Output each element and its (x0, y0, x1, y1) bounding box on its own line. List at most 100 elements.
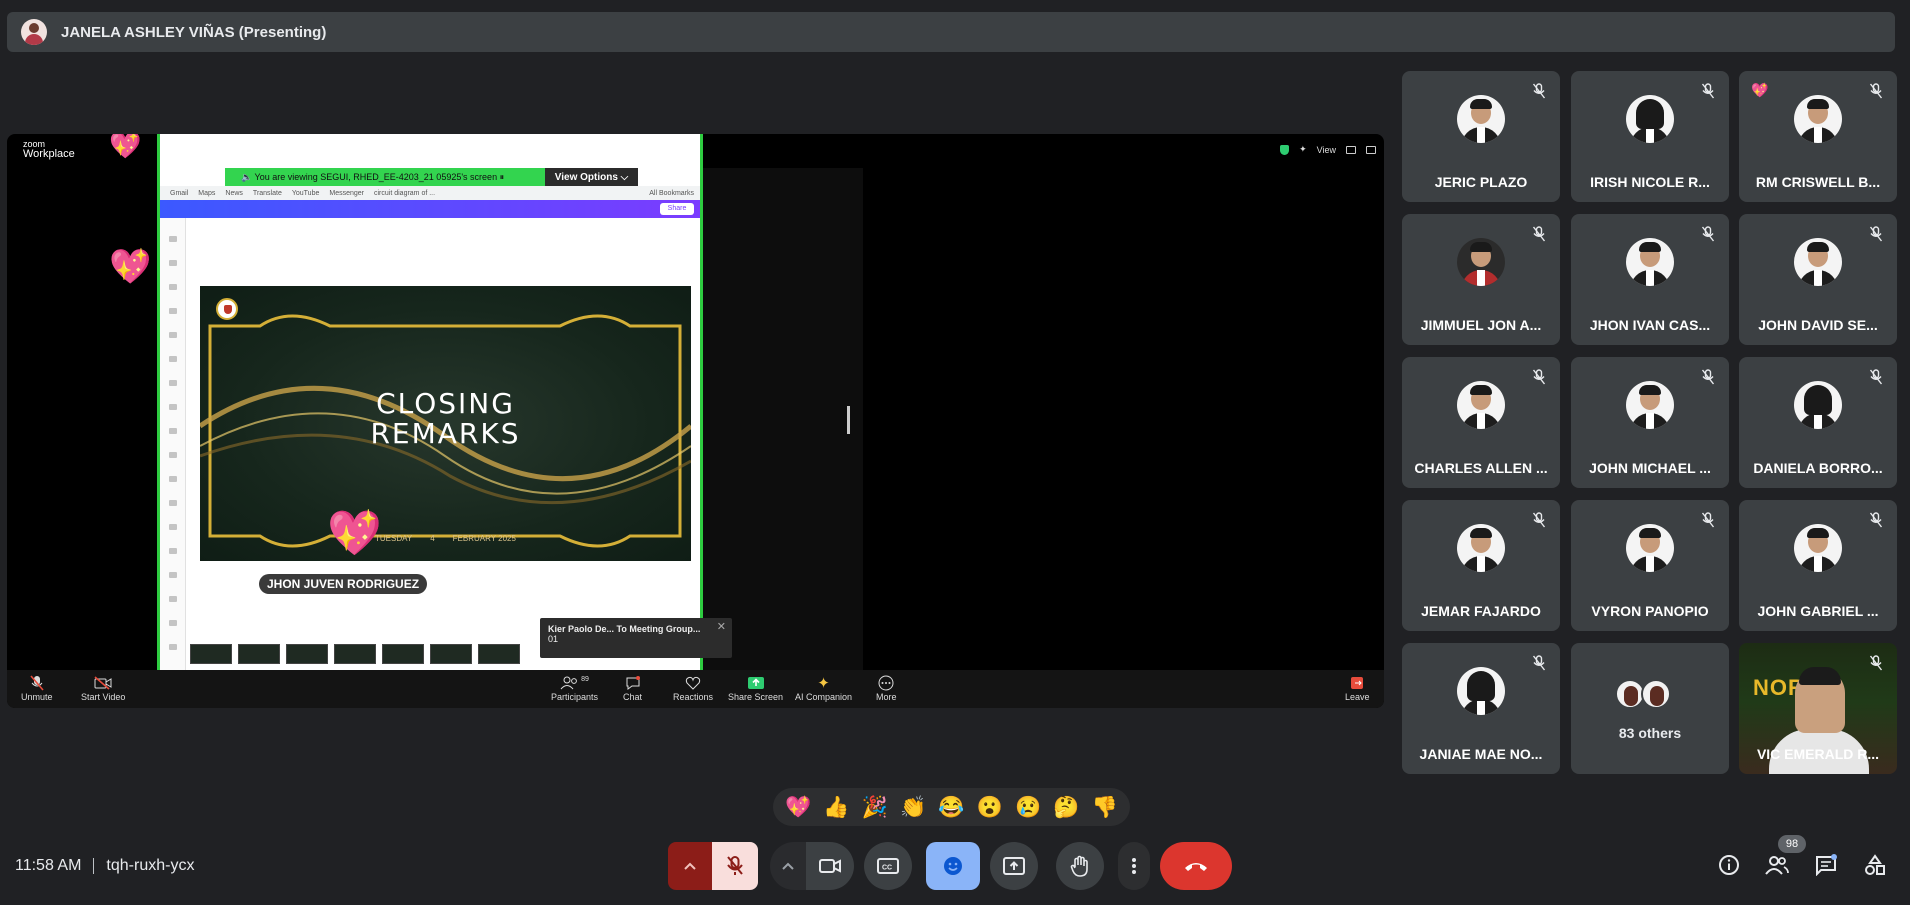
reaction-surprised-icon[interactable]: 😮 (977, 797, 1003, 818)
participant-tile[interactable]: JEMAR FAJARDO (1402, 500, 1560, 631)
reaction-thinking-icon[interactable]: 🤔 (1053, 797, 1079, 818)
slide-thumbnail[interactable] (430, 644, 472, 664)
people-button[interactable] (1764, 855, 1790, 879)
audio-options-button[interactable] (668, 842, 712, 890)
more-button[interactable]: More (876, 674, 897, 702)
reaction-clap-icon[interactable]: 👏 (900, 797, 926, 818)
participant-tile[interactable]: JOHN DAVID SE... (1739, 214, 1897, 345)
more-options-button[interactable] (1118, 842, 1150, 890)
reaction-thumbs-up-icon[interactable]: 👍 (823, 797, 849, 818)
speaker-name-label: JHON JUVEN RODRIGUEZ (259, 574, 428, 594)
bookmark-item[interactable]: Translate (253, 190, 282, 197)
divider (93, 858, 95, 874)
bookmark-item[interactable]: circuit diagram of ... (374, 190, 435, 197)
presenter-name: JANELA ASHLEY VIÑAS (Presenting) (61, 23, 327, 41)
mic-off-icon (1701, 83, 1715, 99)
participant-name: JOHN GABRIEL ... (1757, 603, 1879, 619)
emoji-reactions-button[interactable] (926, 842, 980, 890)
share-button[interactable]: Share (660, 203, 694, 215)
participant-tile[interactable]: VYRON PANOPIO (1571, 500, 1729, 631)
closed-captions-icon: CC (877, 858, 899, 874)
bookmark-item[interactable]: All Bookmarks (649, 190, 694, 197)
ai-companion-button[interactable]: ✦ AI Companion (795, 674, 852, 702)
chat-panel-button[interactable] (1813, 853, 1839, 879)
reactions-button[interactable]: Reactions (673, 674, 713, 702)
video-off-icon (94, 674, 112, 692)
captions-button[interactable]: CC (864, 842, 912, 890)
participant-tile[interactable]: JHON IVAN CAS... (1571, 214, 1729, 345)
reaction-laugh-icon[interactable]: 😂 (938, 797, 964, 818)
canva-toolbar: Share (160, 200, 700, 218)
participant-tile[interactable]: CHARLES ALLEN ... (1402, 357, 1560, 488)
unmute-button[interactable]: Unmute (21, 674, 53, 702)
slide-thumbnail[interactable] (382, 644, 424, 664)
participant-tile[interactable]: JOHN MICHAEL ... (1571, 357, 1729, 488)
slide-date-month: FEBRUARY 2025 (452, 534, 516, 543)
presenter-avatar (21, 19, 47, 45)
participant-name: VIC EMERALD R... (1756, 746, 1880, 762)
participant-avatar (1794, 524, 1842, 572)
fullscreen-icon[interactable] (1366, 145, 1376, 154)
sparkle-icon: ✦ (817, 675, 830, 692)
more-vertical-icon (1131, 857, 1137, 875)
participant-tile[interactable]: NORASVIC EMERALD R... (1739, 643, 1897, 774)
participant-tile[interactable]: DANIELA BORRO... (1739, 357, 1897, 488)
reaction-heart-icon: 💖 (109, 134, 142, 160)
reaction-thumbs-down-icon[interactable]: 👎 (1092, 797, 1118, 818)
bookmark-item[interactable]: YouTube (292, 190, 320, 197)
participant-name: RM CRISWELL B... (1755, 174, 1881, 190)
participant-tile[interactable]: JANIAE MAE NO... (1402, 643, 1560, 774)
close-icon[interactable]: ✕ (717, 620, 726, 633)
mic-off-icon (30, 674, 44, 692)
participant-tile[interactable]: IRISH NICOLE R... (1571, 71, 1729, 202)
slide-title-line1: CLOSING (376, 387, 515, 420)
view-menu[interactable]: View (1317, 145, 1336, 155)
participant-tile[interactable]: JOHN GABRIEL ... (1739, 500, 1897, 631)
activities-button[interactable] (1862, 853, 1888, 879)
leave-call-button[interactable] (1160, 842, 1232, 890)
slide-thumbnail[interactable] (478, 644, 520, 664)
participant-tile[interactable]: JIMMUEL JON A... (1402, 214, 1560, 345)
microphone-button[interactable] (712, 842, 758, 890)
bookmark-item[interactable]: Messenger (329, 190, 364, 197)
slide-thumbnail[interactable] (190, 644, 232, 664)
participants-button[interactable]: 89 Participants (551, 674, 598, 703)
emoji-icon (942, 855, 964, 877)
zoom-leave-button[interactable]: Leave (1345, 674, 1370, 702)
bookmark-item[interactable]: News (225, 190, 243, 197)
participant-tile[interactable]: 83 others (1571, 643, 1729, 774)
info-icon (1718, 854, 1740, 881)
split-view-handle[interactable] (847, 406, 850, 434)
slide-thumbnail[interactable] (238, 644, 280, 664)
slide-thumbnail[interactable] (334, 644, 376, 664)
chat-button[interactable]: Chat (623, 674, 642, 702)
view-options-button[interactable]: View Options ⌵ (545, 168, 638, 186)
participant-name: CHARLES ALLEN ... (1414, 460, 1548, 476)
more-horizontal-icon (878, 674, 894, 692)
camera-button[interactable] (806, 842, 854, 890)
participant-avatar (1626, 238, 1674, 286)
participant-avatar (1457, 238, 1505, 286)
share-screen-button[interactable]: Share Screen (728, 674, 783, 702)
present-screen-button[interactable] (990, 842, 1038, 890)
bookmark-item[interactable]: Maps (198, 190, 215, 197)
chat-notification[interactable]: Kier Paolo De... To Meeting Group... 01 … (540, 618, 732, 658)
participant-name: JERIC PLAZO (1434, 174, 1528, 190)
bookmark-item[interactable]: Gmail (170, 190, 188, 197)
slide-date: TUESDAY 4 FEBRUARY 2025 (375, 534, 516, 543)
participant-avatar (1626, 381, 1674, 429)
reaction-sad-icon[interactable]: 😢 (1015, 797, 1041, 818)
reaction-party-icon[interactable]: 🎉 (862, 797, 888, 818)
meeting-details-button[interactable] (1716, 854, 1742, 881)
start-video-button[interactable]: Start Video (81, 674, 125, 702)
video-options-button[interactable] (770, 842, 806, 890)
participant-tile[interactable]: JERIC PLAZO (1402, 71, 1560, 202)
participant-tile[interactable]: 💖 RM CRISWELL B... (1739, 71, 1897, 202)
raise-hand-button[interactable] (1056, 842, 1104, 890)
reactions-label: Reactions (673, 692, 714, 702)
window-icon[interactable] (1346, 145, 1356, 154)
sparkle-icon[interactable]: ✦ (1299, 144, 1307, 155)
shared-screen[interactable]: zoom Workplace 💖 💖 ✦ View 🔈 You are view… (7, 134, 1384, 708)
reaction-sparkling-heart-icon[interactable]: 💖 (785, 797, 811, 818)
slide-thumbnail[interactable] (286, 644, 328, 664)
